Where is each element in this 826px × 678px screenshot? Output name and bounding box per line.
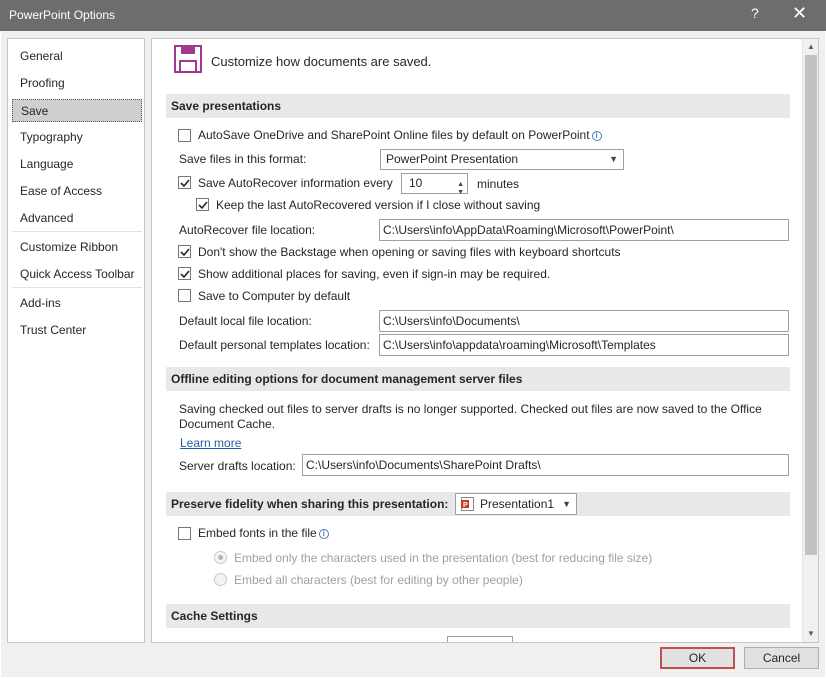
cache-days-spinner[interactable] [447,636,513,642]
window-title: PowerPoint Options [9,8,116,22]
checkmark-icon [180,248,190,257]
nav-item-language[interactable]: Language [12,153,142,176]
save-to-computer-label: Save to Computer by default [198,289,351,303]
info-icon[interactable]: i [318,529,329,539]
default-templates-label: Default personal templates location: [179,338,370,352]
keep-last-label: Keep the last AutoRecovered version if I… [216,198,541,212]
nav-item-general[interactable]: General [12,45,142,68]
scroll-down-icon[interactable]: ▼ [807,629,815,638]
embed-fonts-text: Embed fonts in the file [198,526,317,540]
checkmark-icon [180,179,190,188]
learn-more-link[interactable]: Learn more [180,436,241,450]
minutes-value: 10 [409,176,423,190]
embed-all-radio[interactable] [214,573,227,586]
format-label: Save files in this format: [179,152,307,166]
embed-only-radio[interactable] [214,551,227,564]
page-header: Customize how documents are saved. [211,54,432,69]
scrollbar-thumb[interactable] [805,55,817,555]
vertical-scrollbar[interactable]: ▲ ▼ [802,39,818,642]
autorecover-minutes-spinner[interactable]: 10 ▲ ▼ [401,173,468,196]
embed-fonts-label: Embed fonts in the file i [198,526,329,540]
embed-only-label: Embed only the characters used in the pr… [234,551,653,565]
additional-places-checkbox[interactable] [178,267,191,280]
options-nav: General Proofing Save Typography Languag… [7,38,145,643]
autorecover-checkbox[interactable] [178,176,191,189]
ok-button[interactable]: OK [660,647,735,669]
help-icon[interactable]: ? [751,5,759,21]
nav-item-ease-of-access[interactable]: Ease of Access [12,180,142,203]
backstage-checkbox[interactable] [178,245,191,258]
additional-places-label: Show additional places for saving, even … [198,267,551,281]
dialog-body: General Proofing Save Typography Languag… [1,31,825,677]
autosave-text: AutoSave OneDrive and SharePoint Online … [198,128,590,142]
keep-last-checkbox[interactable] [196,198,209,211]
server-drafts-label: Server drafts location: [179,459,296,473]
info-icon[interactable]: i [591,131,602,141]
autorecover-location-input[interactable]: C:\Users\info\AppData\Roaming\Microsoft\… [379,219,789,241]
nav-divider [12,287,142,288]
chevron-down-icon: ▼ [562,499,571,509]
embed-fonts-checkbox[interactable] [178,527,191,540]
checkmark-icon [180,270,190,279]
autosave-label: AutoSave OneDrive and SharePoint Online … [198,128,602,142]
default-local-input[interactable]: C:\Users\info\Documents\ [379,310,789,332]
section-save-presentations: Save presentations [166,94,790,118]
nav-item-quick-access-toolbar[interactable]: Quick Access Toolbar [12,263,142,286]
section-cache-settings: Cache Settings [166,604,790,628]
offline-description-line2: Document Cache. [179,417,276,431]
nav-item-trust-center[interactable]: Trust Center [12,319,142,342]
svg-text:P: P [463,502,468,509]
nav-item-add-ins[interactable]: Add-ins [12,292,142,315]
close-icon[interactable]: ✕ [792,3,807,24]
format-select[interactable]: PowerPoint Presentation ▼ [380,149,624,170]
chevron-down-icon: ▼ [609,154,618,164]
nav-item-typography[interactable]: Typography [12,126,142,149]
offline-description-line1: Saving checked out files to server draft… [179,402,762,416]
backstage-label: Don't show the Backstage when opening or… [198,245,621,259]
presentation-value: Presentation1 [480,497,555,511]
nav-item-proofing[interactable]: Proofing [12,72,142,95]
default-local-label: Default local file location: [179,314,312,328]
presentation-select[interactable]: P Presentation1 ▼ [455,493,577,515]
nav-item-save[interactable]: Save [12,99,142,122]
autosave-checkbox[interactable] [178,129,191,142]
embed-all-label: Embed all characters (best for editing b… [234,573,523,587]
autorecover-location-label: AutoRecover file location: [179,223,316,237]
section-offline-editing: Offline editing options for document man… [166,367,790,391]
nav-item-advanced[interactable]: Advanced [12,207,142,230]
radio-dot [218,555,223,560]
minutes-label: minutes [477,177,520,191]
autorecover-label: Save AutoRecover information every [198,176,393,190]
checkmark-icon [198,201,208,210]
floppy-disk-icon [174,45,202,73]
scroll-up-icon[interactable]: ▲ [807,42,815,51]
format-value: PowerPoint Presentation [386,152,519,166]
default-templates-input[interactable]: C:\Users\info\appdata\roaming\Microsoft\… [379,334,789,356]
fidelity-heading: Preserve fidelity when sharing this pres… [171,497,449,511]
save-options-pane: Customize how documents are saved. Save … [151,38,819,643]
powerpoint-file-icon: P [461,497,474,511]
nav-divider [12,231,142,232]
nav-item-customize-ribbon[interactable]: Customize Ribbon [12,236,142,259]
title-bar: PowerPoint Options ? ✕ [0,0,826,31]
server-drafts-input[interactable]: C:\Users\info\Documents\SharePoint Draft… [302,454,789,476]
save-to-computer-checkbox[interactable] [178,289,191,302]
cancel-button[interactable]: Cancel [744,647,819,669]
